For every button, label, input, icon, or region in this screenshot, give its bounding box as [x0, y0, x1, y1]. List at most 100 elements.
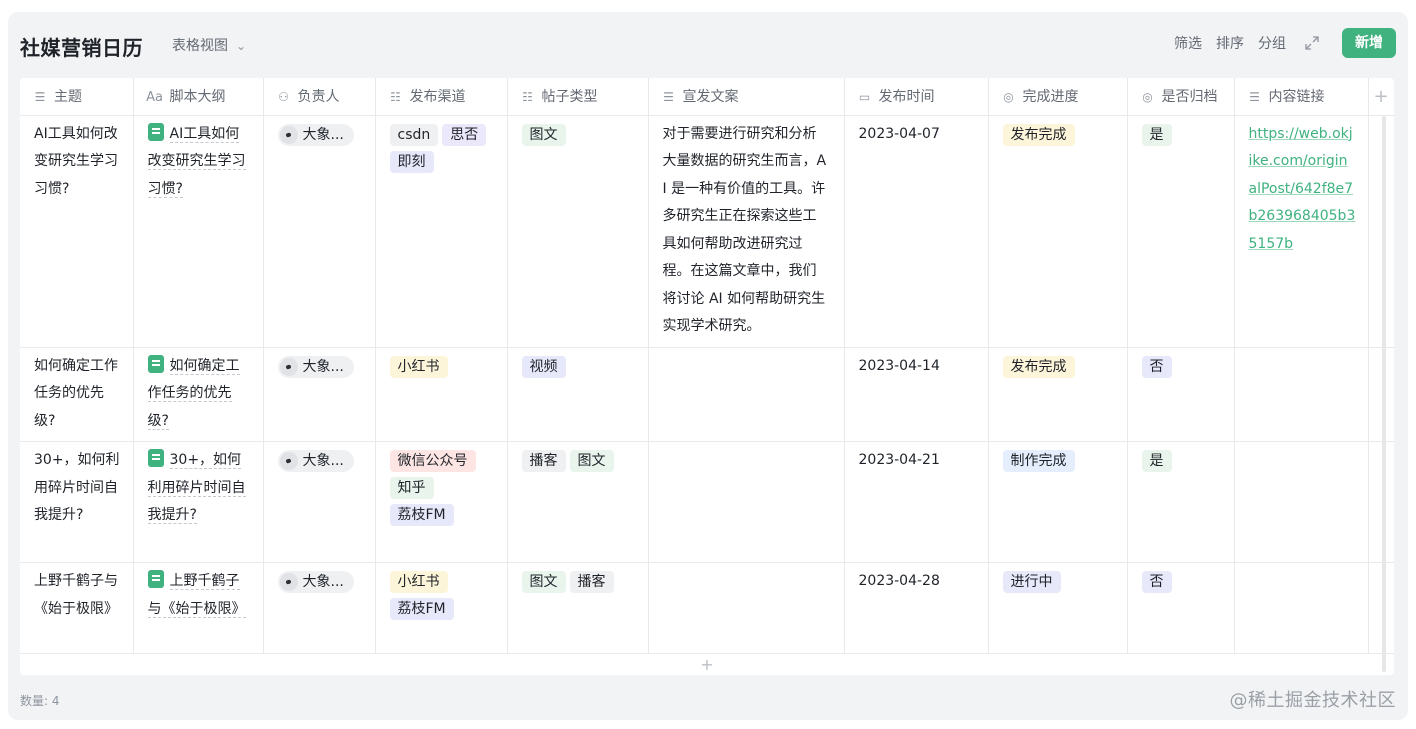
vertical-scrollbar[interactable]	[1382, 116, 1386, 672]
cell-progress[interactable]: 发布完成	[988, 115, 1128, 348]
new-record-button[interactable]: 新增	[1342, 28, 1396, 58]
column-header[interactable]: ◎ 完成进度	[988, 78, 1128, 116]
cell-copy[interactable]: 对于需要进行研究和分析大量数据的研究生而言，AI 是一种有价值的工具。许多研究生…	[648, 115, 845, 348]
cell-channels[interactable]: csdn 思否即刻	[375, 115, 508, 348]
header-row: ☰ 主题 Aa 脚本大纲 ⚇ 负责人 ☷ 发布渠道 ☷ 帖子类型 ☰ 宣发文案 ▭ 发布时间 ◎ 完成进度 ◎ 是…	[20, 78, 1394, 116]
text-lines-icon: ☰	[663, 90, 674, 105]
cell-copy[interactable]	[648, 441, 845, 563]
cell-outline[interactable]: 如何确定工作任务的优先级?	[133, 347, 264, 442]
column-header-label: 脚本大纲	[169, 89, 226, 106]
column-header-label: 发布时间	[878, 89, 935, 106]
row-spacer	[1368, 562, 1394, 658]
channel-tag: 小红书	[389, 355, 448, 378]
cell-topic[interactable]: 上野千鹤子与《始于极限》	[20, 562, 134, 658]
cell-archived[interactable]: 否	[1127, 347, 1235, 442]
cell-channels[interactable]: 小红书荔枝FM	[375, 562, 508, 658]
column-header[interactable]: ⚇ 负责人	[263, 78, 376, 116]
add-row-button[interactable]: +	[20, 653, 1394, 675]
cell-publish-date[interactable]: 2023-04-21	[844, 441, 989, 563]
avatar	[279, 125, 298, 144]
column-header-label: 负责人	[297, 89, 340, 106]
column-header[interactable]: ☰ 主题	[20, 78, 134, 116]
column-header[interactable]: ☷ 发布渠道	[375, 78, 508, 116]
cell-owner[interactable]: 大象...	[263, 347, 376, 442]
column-header[interactable]: ☰ 内容链接	[1234, 78, 1369, 116]
cell-content-link[interactable]	[1234, 347, 1369, 442]
cell-progress[interactable]: 进行中	[988, 562, 1128, 658]
channel-tag: 微信公众号	[389, 450, 476, 472]
expand-icon[interactable]	[1304, 35, 1320, 51]
cell-publish-date[interactable]: 2023-04-28	[844, 562, 989, 658]
cell-post-types[interactable]: 图文	[507, 115, 649, 348]
cell-content-link[interactable]: https://web.okjike.com/originalPost/642f…	[1234, 115, 1369, 348]
cell-post-types[interactable]: 图文 播客	[507, 562, 649, 658]
cell-topic[interactable]: AI工具如何改变研究生学习习惯?	[20, 115, 134, 348]
avatar	[279, 452, 298, 470]
table-row[interactable]: 30+，如何利用碎片时间自我提升? 30+，如何利用碎片时间自我提升? 大象... 微…	[20, 441, 1394, 563]
cell-copy[interactable]	[648, 562, 845, 658]
column-header[interactable]: ▭ 发布时间	[844, 78, 989, 116]
cell-content-link[interactable]	[1234, 562, 1369, 658]
cell-outline[interactable]: AI工具如何改变研究生学习习惯?	[133, 115, 264, 348]
table-row[interactable]: 如何确定工作任务的优先级? 如何确定工作任务的优先级? 大象... 小红书 视频 2023…	[20, 347, 1394, 442]
column-header-label: 内容链接	[1268, 89, 1325, 106]
column-header[interactable]: ☷ 帖子类型	[507, 78, 649, 116]
add-column-button[interactable]: +	[1368, 78, 1394, 116]
sort-button[interactable]: 排序	[1216, 33, 1244, 53]
filter-button[interactable]: 筛选	[1174, 33, 1202, 53]
group-button[interactable]: 分组	[1258, 33, 1286, 53]
cell-post-types[interactable]: 视频	[507, 347, 649, 442]
status-badge: 制作完成	[1002, 450, 1075, 472]
cell-archived[interactable]: 否	[1127, 562, 1235, 658]
cell-publish-date[interactable]: 2023-04-07	[844, 115, 989, 348]
cell-owner[interactable]: 大象...	[263, 115, 376, 348]
cell-outline[interactable]: 30+，如何利用碎片时间自我提升?	[133, 441, 264, 563]
column-header[interactable]: ☰ 宣发文案	[648, 78, 845, 116]
person-icon: ⚇	[278, 90, 289, 105]
check-circle-icon: ◎	[1142, 90, 1153, 105]
view-label: 表格视图	[172, 38, 228, 54]
channel-tag: 即刻	[389, 150, 434, 173]
cell-progress[interactable]: 制作完成	[988, 441, 1128, 563]
cell-progress[interactable]: 发布完成	[988, 347, 1128, 442]
archived-badge: 否	[1141, 355, 1172, 378]
text-lines-icon: ☰	[1249, 90, 1260, 105]
table-row[interactable]: AI工具如何改变研究生学习习惯? AI工具如何改变研究生学习习惯? 大象... csd…	[20, 115, 1394, 348]
column-header-label: 完成进度	[1022, 89, 1079, 106]
column-header-label: 帖子类型	[541, 89, 598, 106]
cell-channels[interactable]: 微信公众号知乎荔枝FM	[375, 441, 508, 563]
cell-publish-date[interactable]: 2023-04-14	[844, 347, 989, 442]
view-switcher[interactable]: 表格视图 ⌄	[172, 35, 246, 55]
document-icon	[147, 122, 164, 141]
owner-name: 大象...	[302, 453, 344, 469]
cell-post-types[interactable]: 播客 图文	[507, 441, 649, 563]
text-lines-icon: ☰	[34, 90, 46, 105]
column-header[interactable]: ◎ 是否归档	[1127, 78, 1235, 116]
cell-owner[interactable]: 大象...	[263, 562, 376, 658]
cell-outline[interactable]: 上野千鹤子与《始于极限》	[133, 562, 264, 658]
cell-topic[interactable]: 30+，如何利用碎片时间自我提升?	[20, 441, 134, 563]
channel-tag: csdn	[389, 123, 439, 146]
archived-badge: 是	[1141, 123, 1172, 146]
channel-tag: 思否	[442, 123, 487, 146]
content-link[interactable]: https://web.okjike.com/originalPost/642f…	[1249, 126, 1356, 252]
cell-copy[interactable]	[648, 347, 845, 442]
column-header-label: 主题	[54, 89, 82, 106]
channel-tag: 荔枝FM	[389, 598, 454, 620]
cell-topic[interactable]: 如何确定工作任务的优先级?	[20, 347, 134, 442]
text-aa-icon: Aa	[146, 90, 163, 106]
status-badge: 进行中	[1002, 571, 1061, 593]
owner-name: 大象...	[302, 574, 344, 590]
cell-channels[interactable]: 小红书	[375, 347, 508, 442]
cell-owner[interactable]: 大象...	[263, 441, 376, 563]
post-type-tag: 图文	[569, 450, 614, 472]
cell-archived[interactable]: 是	[1127, 115, 1235, 348]
table-row[interactable]: 上野千鹤子与《始于极限》 上野千鹤子与《始于极限》 大象... 小红书荔枝FM 图文 播客…	[20, 562, 1394, 658]
cell-archived[interactable]: 是	[1127, 441, 1235, 563]
cell-content-link[interactable]	[1234, 441, 1369, 563]
owner-chip: 大象...	[277, 571, 354, 593]
column-header-label: 是否归档	[1161, 89, 1218, 106]
page-title: 社媒营销日历	[20, 36, 143, 60]
data-table: ☰ 主题 Aa 脚本大纲 ⚇ 负责人 ☷ 发布渠道 ☷ 帖子类型 ☰ 宣发文案 ▭ 发布时间 ◎ 完成进度 ◎ 是…	[20, 78, 1394, 675]
column-header[interactable]: Aa 脚本大纲	[133, 78, 264, 116]
